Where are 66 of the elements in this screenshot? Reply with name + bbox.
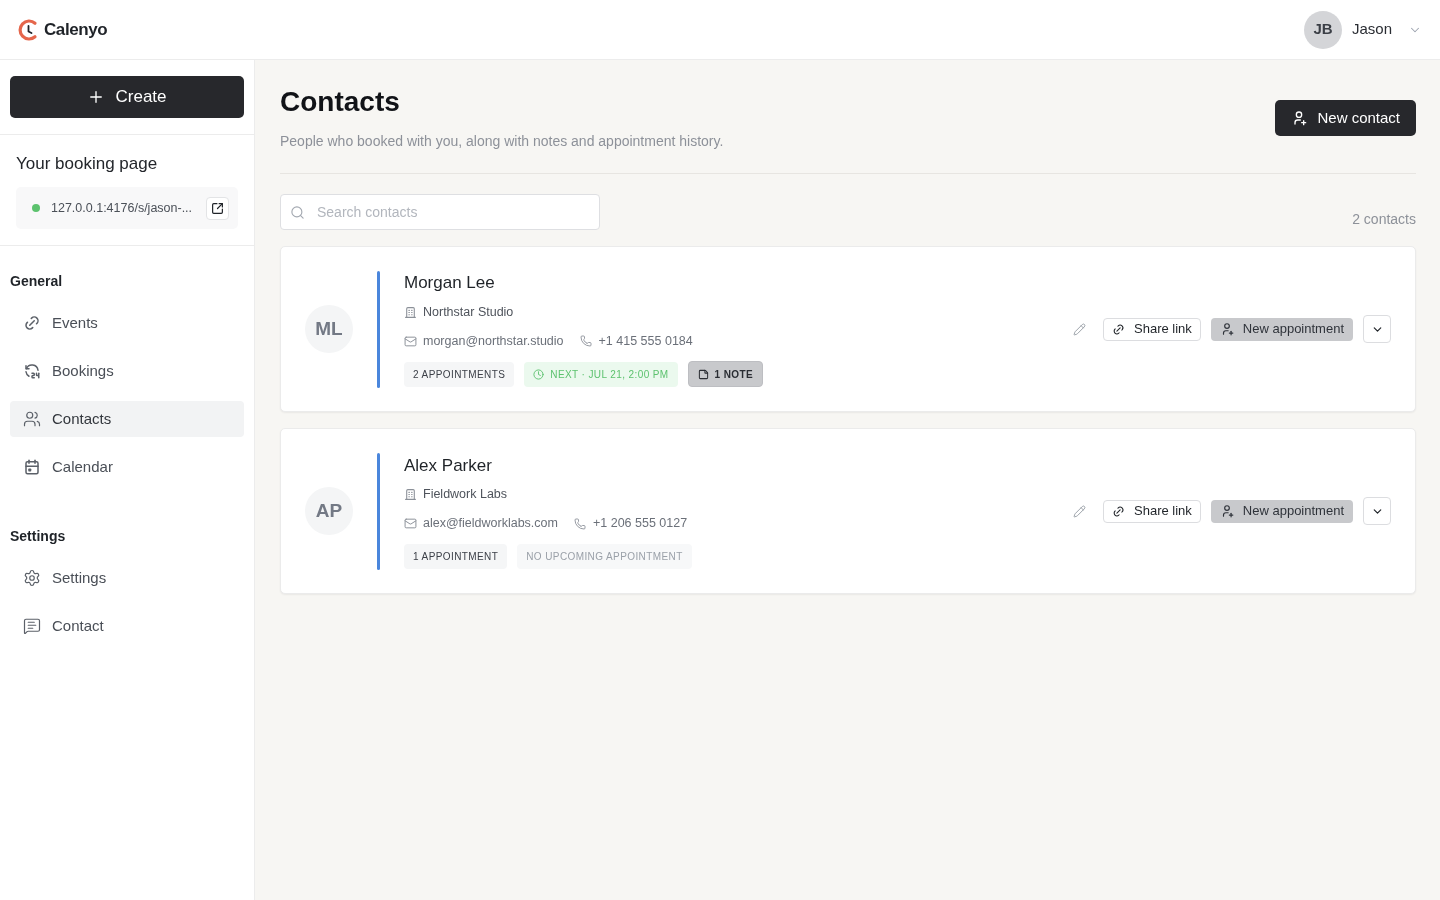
create-button[interactable]: Create — [10, 76, 244, 118]
no-upcoming-badge: NO UPCOMING APPOINTMENT — [517, 543, 692, 569]
more-options-button[interactable] — [1363, 497, 1391, 525]
share-link-button[interactable]: Share link — [1103, 317, 1201, 341]
sidebar-item[interactable]: Contacts — [10, 401, 244, 437]
notes-button[interactable]: 1 NOTE — [687, 361, 764, 387]
edit-button[interactable] — [1071, 503, 1087, 519]
logo-icon — [18, 18, 38, 41]
section-heading: General — [10, 272, 64, 291]
settings-icon — [23, 569, 41, 587]
booking-url[interactable]: 127.0.0.1:4176/s/jason-... — [51, 198, 193, 218]
contact-avatar: ML — [305, 305, 353, 353]
new-appointment-button[interactable]: New appointment — [1210, 499, 1353, 523]
contact-email: alex@fieldworklabs.com — [423, 515, 558, 533]
arrows-24-icon — [23, 362, 41, 380]
appointments-badge: 1 APPOINTMENT — [404, 543, 508, 569]
contact-email: morgan@northstar.studio — [423, 332, 564, 350]
more-options-button[interactable] — [1363, 315, 1391, 343]
edit-button[interactable] — [1071, 321, 1087, 337]
contact-phone: +1 415 555 0184 — [598, 332, 693, 350]
link-icon — [23, 314, 41, 332]
search-icon — [290, 204, 305, 220]
new-contact-button[interactable]: New contact — [1275, 100, 1416, 136]
users-icon — [23, 410, 41, 428]
building-icon — [404, 305, 417, 319]
company-name: Fieldwork Labs — [423, 486, 508, 504]
page-title: Contacts — [280, 85, 401, 119]
next-appointment-text: NEXT · JUL 21, 2:00 PM — [550, 367, 669, 382]
new-appointment-button[interactable]: New appointment — [1210, 317, 1353, 341]
page-subtitle: People who booked with you, along with notes and appointment history. — [280, 132, 724, 151]
user-plus-icon — [1291, 110, 1308, 126]
contact-name: Morgan Lee — [404, 272, 496, 294]
sidebar-item[interactable]: Calendar — [10, 449, 244, 485]
link-icon — [1112, 322, 1125, 336]
appointments-badge: 2 APPOINTMENTS — [404, 361, 515, 387]
contact-phone: +1 206 555 0127 — [592, 515, 688, 533]
booking-page-title: Your booking page — [16, 153, 159, 175]
pencil-icon — [1072, 504, 1086, 518]
external-link-icon — [211, 201, 224, 215]
clock-icon — [533, 368, 545, 380]
mail-icon — [404, 334, 417, 348]
user-menu[interactable]: JB Jason — [1303, 10, 1422, 49]
sidebar-item[interactable]: Contact — [10, 608, 244, 644]
contact-avatar: AP — [305, 487, 353, 535]
building-icon — [404, 488, 417, 501]
company-name: Northstar Studio — [423, 303, 514, 321]
sidebar-item[interactable]: Settings — [10, 560, 244, 596]
user-name: Jason — [1351, 19, 1392, 40]
contact-name: Alex Parker — [404, 454, 493, 477]
section-heading: Settings — [10, 527, 67, 546]
user-avatar: JB — [1303, 10, 1342, 49]
phone-icon — [579, 335, 592, 347]
open-link-button[interactable] — [206, 196, 229, 220]
sidebar-item[interactable]: Events — [10, 305, 244, 341]
search-field[interactable]: Search contacts — [280, 194, 600, 230]
share-link-button[interactable]: Share link — [1103, 499, 1201, 523]
brand-name: Calenyo — [44, 18, 108, 41]
mail-icon — [404, 517, 417, 530]
note-icon — [697, 368, 709, 380]
chat-icon — [23, 617, 41, 635]
sidebar-item[interactable]: Bookings — [10, 353, 244, 389]
pencil-icon — [1072, 322, 1086, 336]
phone-icon — [573, 517, 586, 530]
calendar-icon — [23, 458, 41, 476]
link-icon — [1112, 504, 1125, 518]
contact-count: 2 contacts — [1352, 210, 1416, 229]
